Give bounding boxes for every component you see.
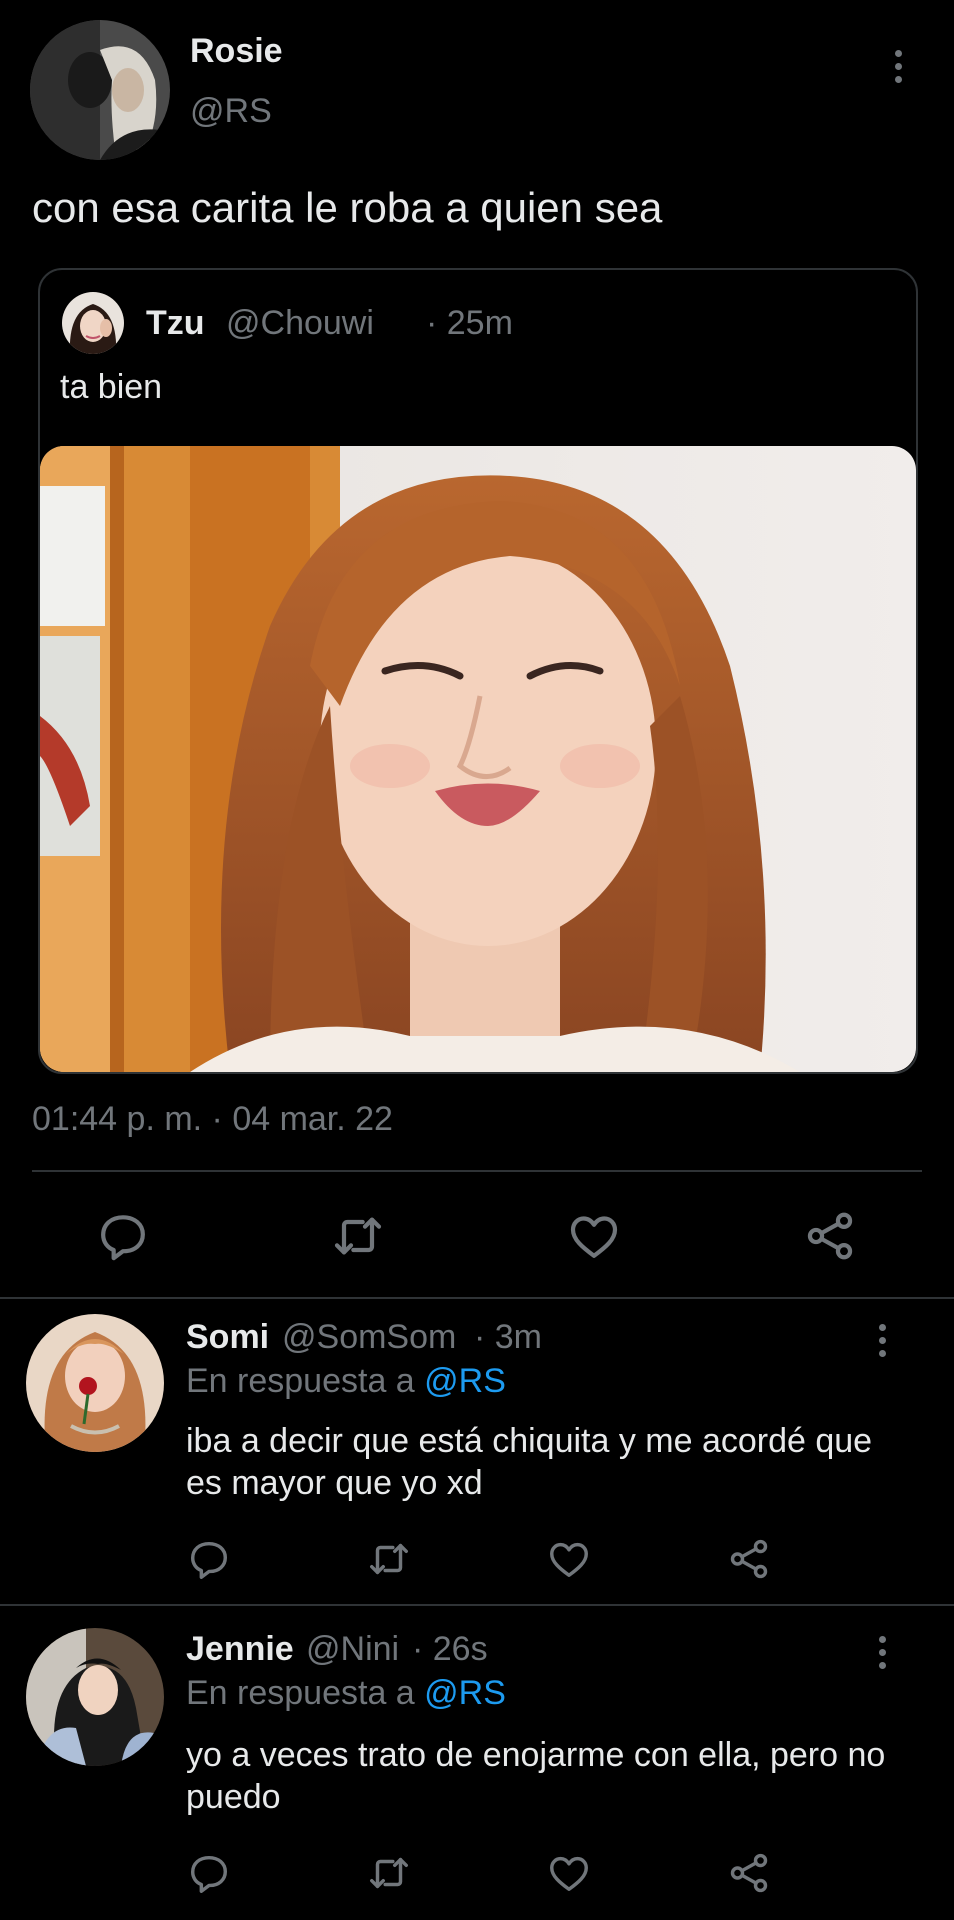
reply-icon[interactable]: [186, 1536, 232, 1582]
like-icon[interactable]: [566, 1208, 622, 1264]
retweet-icon[interactable]: [366, 1850, 412, 1896]
reply-to-link[interactable]: @RS: [424, 1362, 506, 1400]
reply-icon[interactable]: [186, 1850, 232, 1896]
reply-author-handle[interactable]: @Nini: [306, 1630, 399, 1669]
quoted-tweet-card[interactable]: Tzu @Chouwi · 25m ta bien: [38, 268, 918, 1074]
divider: [0, 1297, 954, 1299]
reply-author-avatar[interactable]: [26, 1314, 164, 1452]
reply-context: En respuesta a @RS: [186, 1674, 506, 1713]
author-avatar[interactable]: [30, 20, 170, 160]
reply-prefix: En respuesta a: [186, 1674, 415, 1712]
quoted-tweet-photo[interactable]: [40, 446, 916, 1072]
reply-author-avatar[interactable]: [26, 1628, 164, 1766]
author-handle[interactable]: @RS: [190, 92, 272, 131]
retweet-icon[interactable]: [366, 1536, 412, 1582]
reply-time: · 3m: [474, 1318, 542, 1356]
reply-tweet[interactable]: Jennie @Nini · 26s En respuesta a @RS yo…: [0, 1608, 954, 1920]
share-icon[interactable]: [802, 1208, 858, 1264]
reply-author-name[interactable]: Jennie: [186, 1630, 294, 1669]
reply-icon[interactable]: [95, 1208, 151, 1264]
more-vertical-icon[interactable]: [864, 1622, 900, 1682]
quoted-tweet-text: ta bien: [60, 368, 163, 406]
like-icon[interactable]: [546, 1850, 592, 1896]
divider: [32, 1170, 922, 1172]
retweet-icon[interactable]: [330, 1208, 386, 1264]
divider: [0, 1604, 954, 1606]
quoted-author-handle[interactable]: @Chouwi: [226, 304, 374, 343]
author-name[interactable]: Rosie: [190, 32, 283, 71]
quoted-tweet-time: · 25m: [426, 304, 513, 342]
reply-tweet[interactable]: Somi @SomSom · 3m En respuesta a @RS iba…: [0, 1300, 954, 1604]
reply-author-handle[interactable]: @SomSom: [282, 1318, 456, 1357]
reply-time: · 26s: [412, 1630, 488, 1668]
reply-text: iba a decir que está chiquita y me acord…: [186, 1422, 873, 1502]
quoted-author-avatar[interactable]: [62, 292, 124, 354]
quoted-author-name[interactable]: Tzu: [146, 304, 205, 343]
like-icon[interactable]: [546, 1536, 592, 1582]
reply-text: yo a veces trato de enojarme con ella, p…: [186, 1736, 886, 1816]
reply-prefix: En respuesta a: [186, 1362, 415, 1400]
tweet-text: con esa carita le roba a quien sea: [32, 184, 663, 231]
more-vertical-icon[interactable]: [864, 1310, 900, 1370]
share-icon[interactable]: [726, 1536, 772, 1582]
tweet-timestamp: 01:44 p. m. · 04 mar. 22: [32, 1100, 393, 1138]
reply-to-link[interactable]: @RS: [424, 1674, 506, 1712]
share-icon[interactable]: [726, 1850, 772, 1896]
reply-context: En respuesta a @RS: [186, 1362, 506, 1401]
more-vertical-icon[interactable]: [880, 36, 916, 96]
reply-author-name[interactable]: Somi: [186, 1318, 269, 1357]
